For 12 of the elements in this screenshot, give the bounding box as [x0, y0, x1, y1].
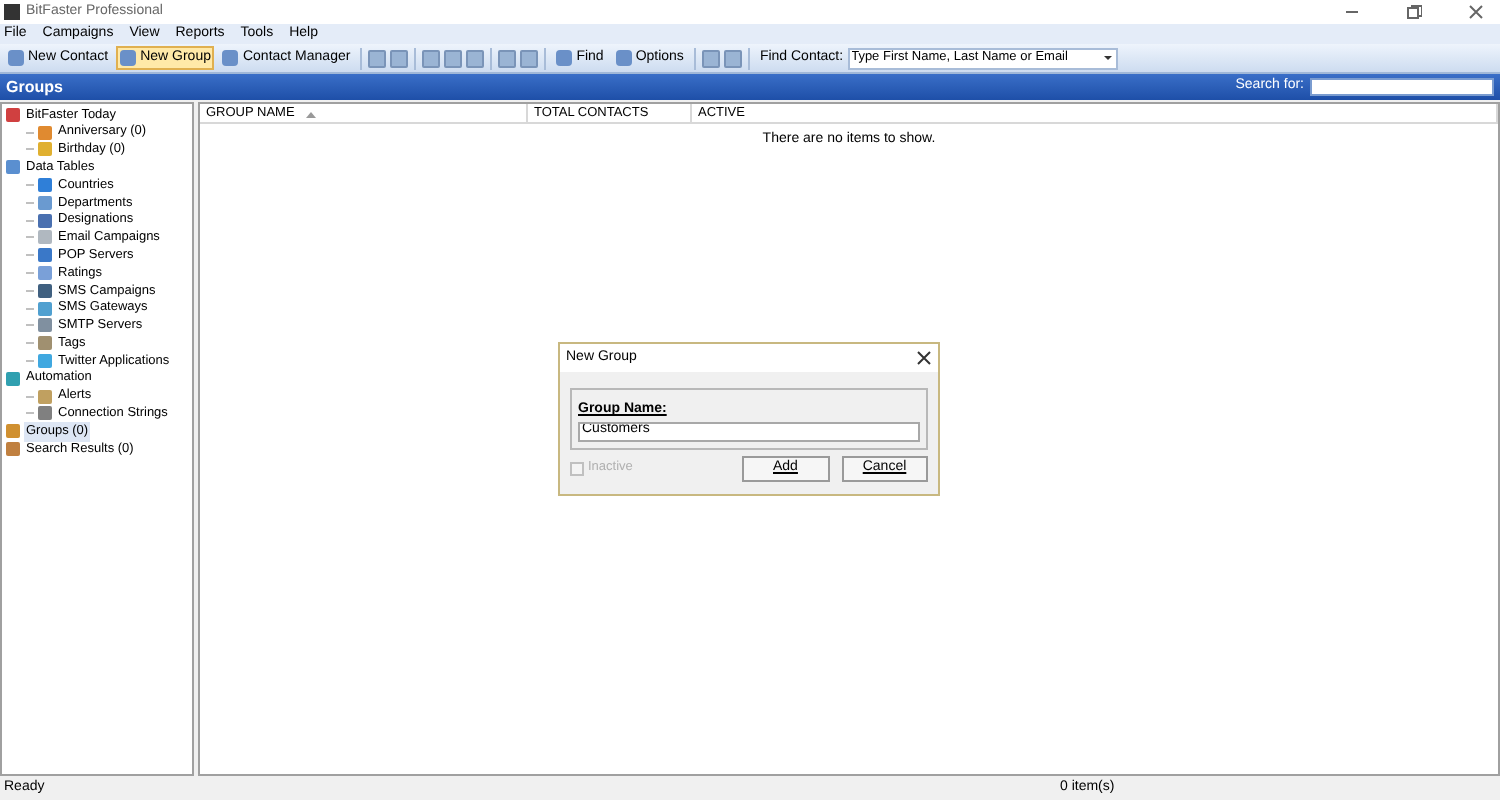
toolbar-button-icon [556, 50, 573, 66]
app-logo-icon [4, 4, 20, 20]
close-icon[interactable] [916, 350, 932, 366]
toolbar-button-icon [615, 50, 632, 66]
toolbar-button-icon [8, 50, 24, 66]
dropdown-arrow-icon [1101, 52, 1114, 64]
toolbar-button-icon [120, 50, 137, 66]
close-icon[interactable] [1468, 4, 1484, 20]
restore-icon[interactable] [1406, 4, 1422, 20]
toolbar-button-icon [222, 50, 239, 66]
search-field[interactable] [1310, 78, 1494, 96]
panel-title: Groups [6, 75, 63, 99]
